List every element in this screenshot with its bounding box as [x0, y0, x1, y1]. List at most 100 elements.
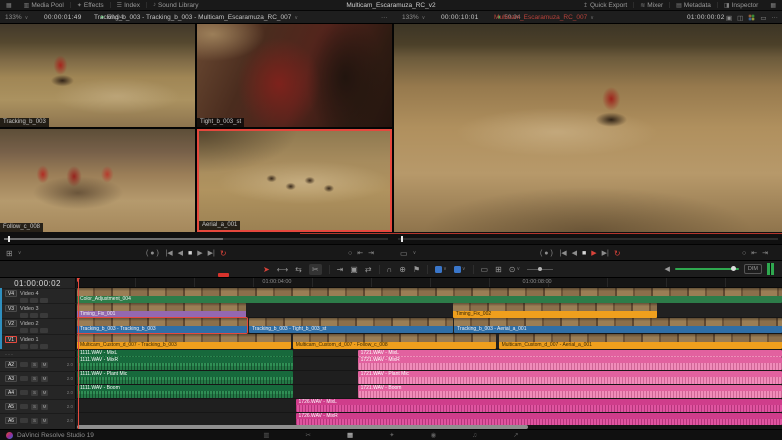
stop-button[interactable]: ■ [582, 250, 586, 257]
step-back-button[interactable]: ◀ [572, 249, 577, 257]
overwrite-clip-icon[interactable]: ▣ [350, 265, 358, 274]
timeline-audio-clip[interactable]: 1721.WAV - Boom [358, 385, 782, 398]
workspace-button[interactable]: ▦ [0, 0, 18, 10]
track-header-v1[interactable]: V1Video 1 [0, 334, 76, 349]
flag-icon[interactable]: ⚑ [413, 265, 420, 274]
match-frame-icon[interactable]: ○ [742, 250, 746, 257]
zoom-full-extent-icon[interactable]: ▭ [481, 265, 489, 274]
insert-clip-icon[interactable]: ⇥ [337, 265, 344, 274]
timeline-clip-selected[interactable]: Tracking_b_003 - Tracking_b_003 [77, 318, 247, 333]
metadata-button[interactable]: ▤Metadata [670, 0, 717, 10]
timeline-audio-clip[interactable]: 1111.WAV - MixL [77, 350, 293, 357]
track-id-badge[interactable]: A5 [5, 403, 17, 410]
timeline-clip[interactable]: Multicam_Custom_d_007 - Aerial_a_001 [499, 334, 782, 349]
timeline-title[interactable]: Multicam_Escaramuza_RC_007∨ [394, 11, 694, 24]
inspector-button[interactable]: ◨Inspector [718, 0, 764, 10]
custom-zoom-control[interactable]: ⊙∨ [509, 265, 520, 274]
solo-button[interactable]: S [31, 376, 38, 382]
source-jog-control[interactable]: ( ● ) [146, 245, 159, 261]
wipe-icon[interactable]: ▭ [760, 14, 766, 22]
timeline-clip[interactable]: Color_Adjustment_004 [77, 288, 782, 303]
solo-button[interactable]: S [31, 404, 38, 410]
auto-select-icon[interactable] [20, 344, 28, 349]
dynamic-trim-icon[interactable]: ⇆ [295, 265, 302, 274]
zoom-slider[interactable] [527, 269, 553, 270]
timeline-clip[interactable]: Multicam_Custom_d_007 - Tracking_b_003 [77, 334, 291, 349]
zoom-detail-icon[interactable]: ⊞ [495, 265, 502, 274]
next-clip-button[interactable]: ▶| [208, 249, 215, 257]
solo-button[interactable]: S [31, 418, 38, 424]
multicam-angle-tracking[interactable]: Tracking_b_003 [0, 24, 195, 127]
effects-button[interactable]: ✦Effects [71, 0, 110, 10]
track-header-a6[interactable]: A6SM 2.0 [0, 413, 76, 426]
media-page-icon[interactable]: ▥ [263, 431, 269, 439]
trim-edit-icon[interactable]: ⟷ [277, 265, 288, 274]
timeline-audio-clip[interactable]: 1726.WAV - MixL [296, 399, 782, 412]
stills-icon[interactable]: ◫ [737, 14, 743, 22]
track-header-v3[interactable]: V3Video 3 [0, 303, 76, 318]
replace-clip-icon[interactable]: ⇄ [365, 265, 372, 274]
razor-tool-icon[interactable]: ✂ [309, 264, 322, 275]
dim-button[interactable]: DIM [744, 264, 762, 274]
vertical-scroll-indicator[interactable] [0, 288, 2, 349]
track-header-a2[interactable]: A2SM 2.0 [0, 357, 76, 371]
loop-button[interactable]: ↻ [614, 249, 621, 258]
speaker-icon[interactable]: ◀ [665, 265, 670, 273]
track-header-a5[interactable]: A5SM 2.0 [0, 399, 76, 413]
track-id-badge-destination[interactable]: V1 [5, 336, 17, 343]
track-header-a3[interactable]: A3SM 2.0 [0, 371, 76, 385]
color-dots-icon[interactable] [748, 14, 755, 21]
prev-clip-button[interactable]: |◀ [165, 249, 172, 257]
enable-track-icon[interactable] [40, 328, 48, 333]
source-options-button[interactable]: ··· [381, 11, 388, 24]
timeline-viewer-image[interactable] [394, 24, 782, 232]
stop-button[interactable]: ■ [188, 250, 192, 257]
snapping-icon[interactable]: ∩ [387, 265, 393, 274]
playhead[interactable] [78, 278, 79, 429]
timeline-jog-control[interactable]: ( ● ) [540, 245, 553, 261]
step-back-button[interactable]: ◀ [178, 249, 183, 257]
link-clips-icon[interactable]: ⊕ [399, 265, 406, 274]
timeline-clip[interactable]: Timing_Fix_001 [77, 303, 246, 318]
timeline-marker[interactable] [218, 273, 229, 277]
auto-select-icon[interactable] [20, 362, 28, 367]
play-button[interactable]: ▶ [591, 249, 596, 257]
track-header-v4[interactable]: V4Video 4 [0, 288, 76, 303]
multicam-view-selector[interactable]: ⊞ ∨ [6, 245, 21, 261]
selection-tool-icon[interactable]: ➤ [263, 265, 270, 274]
mute-button[interactable]: M [41, 404, 48, 410]
timeline-clip[interactable]: Tracking_b_003 - Tight_b_003_st [249, 318, 453, 333]
auto-select-icon[interactable] [20, 404, 28, 409]
timeline-clip[interactable]: Timing_Fix_002 [453, 303, 657, 318]
timeline-view-selector[interactable]: ▭ ∨ [400, 245, 416, 261]
auto-select-icon[interactable] [20, 390, 28, 395]
next-clip-button[interactable]: ▶| [602, 249, 609, 257]
timeline-scrub-bar[interactable] [398, 238, 778, 240]
timeline-scrub-handle[interactable] [401, 236, 403, 242]
timeline-audio-clip[interactable]: 1721.WAV - MixL [358, 350, 782, 357]
color-page-icon[interactable]: ◉ [431, 431, 437, 439]
flag-color-picker[interactable]: ∨ [435, 266, 447, 273]
lock-track-icon[interactable] [30, 328, 38, 333]
solo-button[interactable]: S [31, 362, 38, 368]
multicam-angle-follow[interactable]: Follow_c_008 [0, 129, 195, 232]
loop-button[interactable]: ↻ [220, 249, 227, 258]
source-scrub-bar[interactable] [4, 238, 388, 240]
sound-library-button[interactable]: ♪Sound Library [147, 0, 204, 10]
deliver-page-icon[interactable]: ↗ [513, 431, 518, 439]
viewer-options-button[interactable]: ··· [771, 14, 778, 21]
fairlight-page-icon[interactable]: ♫ [472, 432, 477, 439]
track-header-v2[interactable]: V2Video 2 [0, 318, 76, 334]
mute-button[interactable]: M [41, 376, 48, 382]
timeline-audio-clip[interactable]: 1111.WAV - Boom [77, 385, 293, 398]
track-header-a4[interactable]: A4SM 2.0 [0, 385, 76, 399]
timeline-audio-clip[interactable]: 1111.WAV - Plant Mic [77, 371, 293, 384]
mute-button[interactable]: M [41, 362, 48, 368]
out-point-icon[interactable]: ⇥ [368, 249, 374, 257]
track-id-badge[interactable]: A4 [5, 389, 17, 396]
timeline-body[interactable]: 01:00:04:00 01:00:08:00 Color_Adjustment… [77, 278, 782, 429]
enable-track-icon[interactable] [40, 344, 48, 349]
timeline-clip[interactable]: Tracking_b_003 - Aerial_a_001 [454, 318, 782, 333]
in-point-icon[interactable]: ⇤ [751, 249, 757, 257]
panel-grid-button[interactable]: ▦ [764, 0, 782, 10]
